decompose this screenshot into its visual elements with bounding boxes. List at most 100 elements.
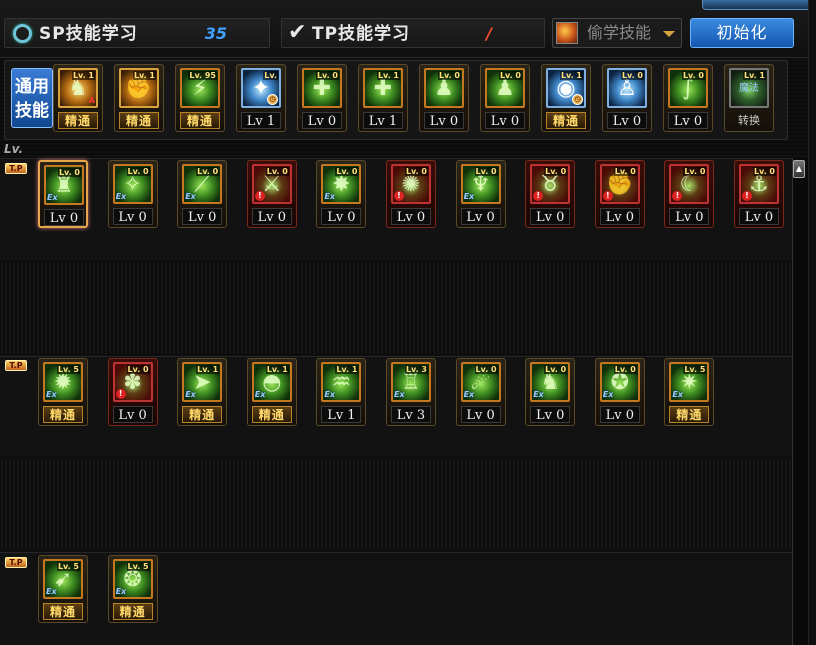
skill-tile[interactable]: ◉ Lv. 1 ◷ 精通 (541, 64, 591, 132)
skill-tile[interactable]: ☾ Lv. 0! Lv 0 (664, 160, 715, 228)
reset-button[interactable]: 初始化 (690, 18, 794, 48)
skill-level-badge: Lv. (263, 71, 278, 80)
skill-level-caption: Lv 0 (112, 208, 153, 225)
skill-tile[interactable]: ✊ Lv. 1 精通 (114, 64, 164, 132)
skill-tile[interactable]: ⚓ Lv. 0! Lv 0 (734, 160, 784, 228)
skill-icon[interactable]: ❂ Lv. 5 Ex (112, 559, 153, 599)
skill-icon[interactable]: ♉ Lv. 0! (530, 164, 571, 204)
skill-tile[interactable]: ✚ Lv. 0 Lv 0 (297, 64, 347, 132)
skill-level-caption: Lv 0 (668, 112, 708, 129)
scroll-up-button[interactable]: ▲ (793, 160, 805, 178)
skill-tile[interactable]: ✹ Lv. 5 Ex 精通 (38, 358, 88, 426)
skill-tile[interactable]: ♟ Lv. 0 Lv 0 (419, 64, 469, 132)
skill-level-caption: Lv 0 (485, 112, 525, 129)
tp-skill-panel[interactable]: ✔ TP技能学习 / (281, 18, 545, 48)
skill-level-caption: Lv 3 (391, 406, 431, 423)
skill-icon[interactable]: ♞ Lv. 1A (58, 68, 98, 108)
skill-tile[interactable]: ✚ Lv. 1 Lv 1 (358, 64, 408, 132)
skill-tile[interactable]: ➹ Lv. 5 Ex 精通 (38, 555, 88, 623)
skill-icon[interactable]: ♙ Lv. 0 (607, 68, 647, 108)
skill-tile[interactable]: ♆ Lv. 0 Ex Lv 0 (455, 160, 506, 228)
skill-icon[interactable]: ✪ Lv. 0 Ex (599, 362, 640, 402)
skill-icon[interactable]: ⚓ Lv. 0! (739, 164, 779, 204)
skill-icon[interactable]: ♟ Lv. 0 (485, 68, 525, 108)
skill-level-caption: 精通 (43, 603, 83, 620)
skill-tile[interactable]: ➤ Lv. 1 Ex 精通 (177, 358, 228, 426)
skill-icon[interactable]: ♟ Lv. 0 (424, 68, 464, 108)
skill-icon[interactable]: ◓ Lv. 1 Ex (251, 362, 292, 402)
skill-level-caption: Lv 0 (460, 208, 501, 225)
skill-tile[interactable]: ♖ Lv. 3 Ex Lv 3 (386, 358, 436, 426)
skill-icon[interactable]: ✹ Lv. 5 Ex (43, 362, 83, 402)
skill-tile[interactable]: ∫ Lv. 0 Lv 0 (663, 64, 713, 132)
skill-level-badge: Lv. 5 (126, 562, 150, 571)
skill-tile[interactable]: ♒ Lv. 1 Ex Lv 1 (316, 358, 367, 426)
skill-icon[interactable]: ♖ Lv. 3 Ex (391, 362, 431, 402)
skill-tile[interactable]: ✷ Lv. 5 Ex 精通 (664, 358, 715, 426)
skill-icon[interactable]: ✊ Lv. 0! (599, 164, 640, 204)
skill-icon[interactable]: ♆ Lv. 0 Ex (460, 164, 501, 204)
skill-icon[interactable]: ✺ Lv. 0! (391, 164, 431, 204)
skill-level-badge: Lv. 0 (335, 167, 359, 176)
skill-tile[interactable]: ✦ Lv. ◷ Lv 1 (236, 64, 286, 132)
skill-icon[interactable]: ☄ Lv. 0 Ex (460, 362, 501, 402)
skill-tile[interactable]: ⚔ Lv. 0! Lv 0 (246, 160, 297, 228)
skill-icon[interactable]: ◉ Lv. 1 ◷ (546, 68, 586, 108)
ex-icon: Ex (185, 390, 196, 399)
skill-tile[interactable]: ♟ Lv. 0 Lv 0 (480, 64, 530, 132)
skill-window: { "header": { "sp_label": "SP技能学习", "sp_… (0, 0, 816, 645)
skill-tile[interactable]: ♙ Lv. 0 Lv 0 (602, 64, 652, 132)
steal-skill-dropdown[interactable]: 偷学技能 (552, 18, 682, 48)
skill-icon[interactable]: ➹ Lv. 5 Ex (43, 559, 83, 599)
clock-icon: ◷ (267, 94, 278, 105)
skill-tile[interactable]: ✧ Lv. 0 Ex Lv 0 (107, 160, 158, 228)
scrollbar-track[interactable] (792, 158, 808, 645)
skill-icon[interactable]: ⚔ Lv. 0! (251, 164, 292, 204)
sp-skill-panel[interactable]: SP技能学习 35 (4, 18, 270, 48)
skill-tile[interactable]: ✊ Lv. 0! Lv 0 (594, 160, 645, 228)
skill-icon[interactable]: 魔法 Lv. 1 (729, 68, 769, 108)
skill-level-badge: Lv. 1 (376, 71, 400, 80)
empty-row-area-2 (0, 458, 792, 550)
skill-tile[interactable]: ❂ Lv. 5 Ex 精通 (107, 555, 158, 623)
skill-icon[interactable]: ♜ Lv. 0 Ex (44, 165, 84, 205)
skill-level-badge: Lv. 1 (132, 71, 156, 80)
skill-icon[interactable]: ✧ Lv. 0 Ex (112, 164, 153, 204)
chevron-down-icon[interactable] (663, 31, 675, 37)
skill-icon[interactable]: ✸ Lv. 0 Ex (321, 164, 362, 204)
skill-level-caption: Lv 0 (599, 208, 640, 225)
skill-level-badge: Lv. 1 (559, 71, 583, 80)
skill-tile[interactable]: ✺ Lv. 0! Lv 0 (386, 160, 436, 228)
skill-tile[interactable]: ⟋ Lv. 0 Ex Lv 0 (177, 160, 228, 228)
skill-icon[interactable]: ✷ Lv. 5 Ex (669, 362, 710, 402)
skill-icon[interactable]: ⟋ Lv. 0 Ex (182, 164, 223, 204)
skill-icon[interactable]: ∫ Lv. 0 (668, 68, 708, 108)
skill-tile[interactable]: ⚡ Lv. 95 精通 (175, 64, 225, 132)
skill-tile[interactable]: ♞ Lv. 1 A 精通 (53, 64, 103, 132)
skill-icon[interactable]: ✊ Lv. 1 (119, 68, 159, 108)
skill-icon[interactable]: ♞ Lv. 0 Ex (530, 362, 571, 402)
skill-tile[interactable]: ☄ Lv. 0 Ex Lv 0 (455, 358, 506, 426)
skill-tile[interactable]: 魔法 Lv. 1 转换 (724, 64, 774, 132)
skill-tile[interactable]: ♜ Lv. 0 Ex Lv 0 (38, 160, 88, 228)
common-skill-label: 通用 技能 (11, 68, 53, 128)
skill-icon[interactable]: ✽ Lv. 0! (112, 362, 153, 402)
skill-level-badge: Lv. 1 (742, 71, 766, 80)
skill-icon[interactable]: ➤ Lv. 1 Ex (182, 362, 223, 402)
skill-level-badge: Lv. 95 (188, 71, 217, 80)
skill-icon[interactable]: ☾ Lv. 0! (669, 164, 710, 204)
skill-icon[interactable]: ♒ Lv. 1 Ex (321, 362, 362, 402)
skill-tile[interactable]: ♞ Lv. 0 Ex Lv 0 (525, 358, 576, 426)
skill-tile[interactable]: ✸ Lv. 0 Ex Lv 0 (316, 160, 367, 228)
skill-level-badge: Lv. 0 (437, 71, 461, 80)
skill-tile[interactable]: ✽ Lv. 0! Lv 0 (107, 358, 158, 426)
skill-level-badge: Lv. 0 (681, 71, 705, 80)
skill-icon[interactable]: ✦ Lv. ◷ (241, 68, 281, 108)
skill-tile[interactable]: ♉ Lv. 0! Lv 0 (525, 160, 576, 228)
skill-icon[interactable]: ✚ Lv. 0 (302, 68, 342, 108)
skill-icon[interactable]: ⚡ Lv. 95 (180, 68, 220, 108)
skill-tile[interactable]: ◓ Lv. 1 Ex 精通 (246, 358, 297, 426)
skill-level-badge: Lv. 1 (71, 71, 95, 80)
skill-tile[interactable]: ✪ Lv. 0 Ex Lv 0 (594, 358, 645, 426)
skill-icon[interactable]: ✚ Lv. 1 (363, 68, 403, 108)
